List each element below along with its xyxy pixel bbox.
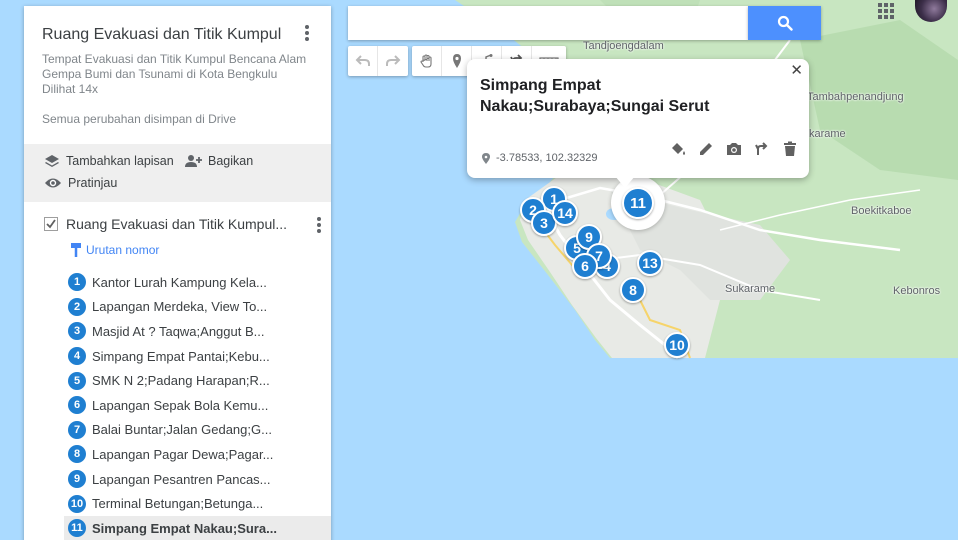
list-item[interactable]: 9 Lapangan Pesantren Pancas... [64, 467, 331, 492]
info-window: Simpang Empat Nakau;Surabaya;Sungai Seru… [467, 59, 809, 178]
add-layer-button[interactable]: Tambahkan lapisan [44, 154, 174, 168]
list-item-selected[interactable]: 11 Simpang Empat Nakau;Sura... [64, 515, 331, 540]
route-button[interactable] [753, 140, 771, 158]
list-item[interactable]: 6 Lapangan Sepak Bola Kemu... [64, 393, 331, 418]
eye-icon [45, 178, 61, 188]
add-person-icon [185, 155, 202, 167]
list-item-number: 9 [68, 470, 86, 489]
map-label-sukarame: Sukarame [725, 283, 776, 295]
list-item-name: Simpang Empat Pantai;Kebu... [92, 348, 270, 364]
layer-checkbox[interactable] [44, 217, 58, 231]
layers-icon [45, 155, 59, 167]
map-marker-13[interactable]: 13 [637, 250, 663, 276]
marker-pin-icon [452, 54, 461, 68]
list-item-number: 4 [68, 347, 86, 366]
list-item-number: 11 [68, 519, 86, 538]
list-item-name: Lapangan Pesantren Pancas... [92, 471, 271, 487]
pencil-icon [700, 143, 712, 155]
edit-button[interactable] [697, 140, 715, 158]
undo-icon [355, 55, 370, 66]
list-item-name: SMK N 2;Padang Harapan;R... [92, 373, 270, 389]
list-item-name: Lapangan Sepak Bola Kemu... [92, 397, 269, 413]
add-layer-label: Tambahkan lapisan [66, 154, 174, 168]
list-item-number: 2 [68, 297, 86, 316]
pan-button[interactable] [412, 46, 442, 76]
list-item-number: 7 [68, 420, 86, 439]
map-marker-6[interactable]: 6 [572, 253, 598, 279]
redo-button[interactable] [378, 46, 408, 76]
location-pin-icon [482, 152, 490, 164]
list-item-name: Balai Buntar;Jalan Gedang;G... [92, 422, 272, 438]
map-label-karame: karame [809, 128, 846, 140]
list-item-name: Simpang Empat Nakau;Sura... [92, 520, 277, 536]
paint-roller-icon [71, 243, 81, 257]
list-item-number: 3 [68, 322, 86, 341]
add-photo-button[interactable] [725, 140, 743, 158]
layer-options-icon[interactable] [316, 216, 322, 239]
list-item-number: 6 [68, 396, 86, 415]
info-window-pointer [615, 176, 635, 188]
close-icon[interactable]: ✕ [790, 61, 803, 79]
coordinates: -3.78533, 102.32329 [482, 152, 598, 164]
info-window-title: Simpang Empat Nakau;Surabaya;Sungai Seru… [480, 77, 710, 115]
layer-title[interactable]: Ruang Evakuasi dan Titik Kumpul... [66, 216, 287, 232]
map-marker-8[interactable]: 8 [620, 277, 646, 303]
undo-button[interactable] [348, 46, 378, 76]
share-button[interactable]: Bagikan [184, 154, 253, 168]
delete-button[interactable] [781, 140, 799, 158]
map-legend-panel: Ruang Evakuasi dan Titik Kumpul Tempat E… [24, 6, 331, 540]
preview-label: Pratinjau [68, 176, 118, 190]
list-item-name: Kantor Lurah Kampung Kela... [92, 274, 267, 290]
list-item[interactable]: 10 Terminal Betungan;Betunga... [64, 491, 331, 516]
list-item[interactable]: 4 Simpang Empat Pantai;Kebu... [64, 344, 331, 369]
list-item-name: Lapangan Merdeka, View To... [92, 299, 268, 315]
map-label-tambahpenandjung: Tambahpenandjung [807, 91, 904, 103]
list-item[interactable]: 1 Kantor Lurah Kampung Kela... [64, 270, 331, 295]
list-item-number: 5 [68, 371, 86, 390]
list-item-name: Masjid At ? Taqwa;Anggut B... [92, 323, 265, 339]
hand-icon [419, 54, 432, 68]
list-item[interactable]: 5 SMK N 2;Padang Harapan;R... [64, 368, 331, 393]
map-title[interactable]: Ruang Evakuasi dan Titik Kumpul [42, 26, 281, 44]
map-label-kebonros: Kebonros [893, 285, 941, 297]
coordinates-text: -3.78533, 102.32329 [496, 152, 598, 164]
layer-header: Ruang Evakuasi dan Titik Kumpul... [44, 216, 329, 233]
place-list: 1 Kantor Lurah Kampung Kela... 2 Lapangan … [64, 270, 331, 540]
layer-style-label: Urutan nomor [86, 243, 160, 257]
list-item[interactable]: 2 Lapangan Merdeka, View To... [64, 295, 331, 320]
more-options-icon[interactable] [304, 24, 310, 47]
list-item[interactable]: 7 Balai Buntar;Jalan Gedang;G... [64, 418, 331, 443]
share-label: Bagikan [208, 154, 254, 168]
list-item-number: 10 [68, 494, 86, 513]
apps-grid-icon[interactable] [876, 1, 896, 21]
camera-icon [727, 143, 741, 155]
style-button[interactable] [669, 140, 687, 158]
layer-style-link[interactable]: Urutan nomor [70, 242, 159, 258]
map-label-boekitkaboe: Boekitkaboe [851, 205, 912, 217]
list-item[interactable]: 3 Masjid At ? Taqwa;Anggut B... [64, 319, 331, 344]
list-item-name: Lapangan Pagar Dewa;Pagar... [92, 446, 274, 462]
list-item-number: 1 [68, 273, 86, 292]
map-marker-11-selected[interactable]: 11 [622, 187, 654, 219]
save-status: Semua perubahan disimpan di Drive [42, 112, 237, 126]
map-description[interactable]: Tempat Evakuasi dan Titik Kumpul Bencana… [42, 52, 322, 82]
paint-bucket-icon [672, 143, 685, 155]
search-button[interactable] [748, 6, 821, 40]
redo-icon [386, 55, 401, 66]
view-count: Dilihat 14x [42, 82, 99, 96]
map-marker-14[interactable]: 14 [552, 200, 578, 226]
directions-icon [755, 142, 768, 155]
info-window-actions [669, 140, 799, 158]
map-marker-10[interactable]: 10 [664, 332, 690, 358]
panel-actions: Tambahkan lapisan Bagikan Pratinjau [24, 144, 331, 202]
trash-icon [784, 141, 796, 156]
preview-button[interactable]: Pratinjau [44, 176, 117, 190]
search-icon [777, 15, 793, 31]
search-input[interactable] [348, 6, 748, 40]
list-item-number: 8 [68, 445, 86, 464]
history-group [348, 46, 408, 76]
list-item-name: Terminal Betungan;Betunga... [92, 496, 264, 512]
map-label-tandjoengdalam: Tandjoengdalam [583, 40, 664, 52]
list-item[interactable]: 8 Lapangan Pagar Dewa;Pagar... [64, 442, 331, 467]
